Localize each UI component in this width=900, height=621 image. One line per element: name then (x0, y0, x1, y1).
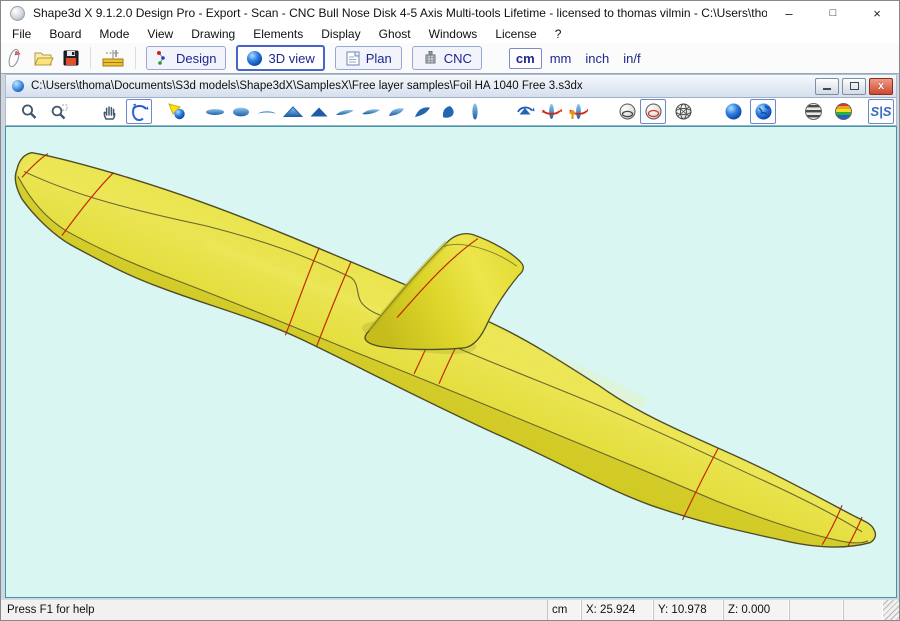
menu-mode[interactable]: Mode (90, 25, 138, 43)
cnc-button[interactable]: CNC (412, 46, 482, 70)
minimize-button[interactable]: – (767, 1, 811, 25)
layers-gray-icon[interactable] (800, 99, 826, 124)
cnc-button-label: CNC (444, 51, 472, 66)
status-empty-cell (843, 600, 883, 620)
3d-view-button-label: 3D view (268, 51, 314, 66)
menu-license[interactable]: License (486, 25, 545, 43)
shape3d-window: Shape3d X 9.1.2.0 Design Pro - Export - … (0, 0, 900, 621)
menu-file[interactable]: File (3, 25, 40, 43)
view-petal-icon[interactable] (436, 99, 462, 124)
unit-mm[interactable]: mm (544, 49, 578, 68)
main-toolbar: Design 3D view Plan CNC cm mm inch in/f (1, 43, 899, 74)
document-path: C:\Users\thoma\Documents\S3d models\Shap… (31, 80, 815, 92)
menu-view[interactable]: View (138, 25, 182, 43)
foil-3d-model (6, 127, 896, 597)
view-bottom-icon[interactable] (228, 99, 254, 124)
rotate-3d-icon[interactable] (126, 99, 152, 124)
document-toolbar: S|S (5, 98, 897, 126)
view-back-outline-icon[interactable] (280, 99, 306, 124)
status-empty-cell (789, 600, 843, 620)
view-back-solid-icon[interactable] (306, 99, 332, 124)
zoom-icon[interactable] (16, 99, 42, 124)
window-title: Shape3d X 9.1.2.0 Design Pro - Export - … (33, 6, 767, 20)
wireframe-sphere-icon[interactable] (670, 99, 696, 124)
rotate-horizontal-icon[interactable] (538, 99, 564, 124)
layers-rainbow-icon[interactable] (830, 99, 856, 124)
status-z-coordinate: Z: 0.000 (723, 600, 789, 620)
pan-icon[interactable] (96, 99, 122, 124)
view-top-icon[interactable] (202, 99, 228, 124)
doc-close-button[interactable]: x (869, 78, 893, 95)
doc-minimize-button[interactable] (815, 78, 839, 95)
shade-ring-icon[interactable] (614, 99, 640, 124)
app-logo-icon (10, 6, 25, 21)
open-folder-icon[interactable] (29, 45, 57, 71)
menu-display[interactable]: Display (312, 25, 369, 43)
plan-button[interactable]: Plan (335, 46, 402, 70)
document-window: C:\Users\thoma\Documents\S3d models\Shap… (1, 73, 900, 602)
status-unit: cm (547, 600, 581, 620)
view-perspective-1-icon[interactable] (332, 99, 358, 124)
menu-board[interactable]: Board (40, 25, 90, 43)
titlebar: Shape3d X 9.1.2.0 Design Pro - Export - … (1, 1, 899, 26)
board-icon[interactable] (1, 45, 29, 71)
statusbar: Press F1 for help cm X: 25.924 Y: 10.978… (1, 599, 899, 620)
rotate-view-icon[interactable] (512, 99, 538, 124)
design-button-label: Design (176, 51, 216, 66)
flow-lines-label: S|S (871, 104, 892, 119)
units-group: cm mm inch in/f (509, 48, 647, 69)
flow-lines-icon[interactable]: S|S (868, 99, 894, 124)
doc-restore-button[interactable] (842, 78, 866, 95)
view-perspective-2-icon[interactable] (358, 99, 384, 124)
render-texture-icon[interactable] (750, 99, 776, 124)
status-help-text: Press F1 for help (1, 600, 547, 620)
render-light-icon[interactable] (164, 99, 190, 124)
document-titlebar[interactable]: C:\Users\thoma\Documents\S3d models\Shap… (5, 74, 897, 98)
render-solid-icon[interactable] (720, 99, 746, 124)
menubar: File Board Mode View Drawing Elements Di… (1, 25, 899, 44)
view-perspective-3-icon[interactable] (384, 99, 410, 124)
unit-cm[interactable]: cm (509, 48, 542, 69)
view-profile-icon[interactable] (462, 99, 488, 124)
status-y-coordinate: Y: 10.978 (653, 600, 723, 620)
menu-drawing[interactable]: Drawing (182, 25, 244, 43)
view-quarter-icon[interactable] (410, 99, 436, 124)
toolbar-separator (135, 47, 136, 69)
rotate-vertical-icon[interactable] (564, 99, 590, 124)
unit-inch[interactable]: inch (579, 49, 615, 68)
menu-elements[interactable]: Elements (244, 25, 312, 43)
resize-grip[interactable] (883, 600, 899, 620)
save-icon[interactable] (57, 45, 85, 71)
plan-button-label: Plan (366, 51, 392, 66)
menu-help[interactable]: ? (546, 25, 571, 43)
menu-windows[interactable]: Windows (420, 25, 487, 43)
machine-icon[interactable] (96, 45, 130, 71)
3d-view-button[interactable]: 3D view (236, 45, 324, 71)
viewport-3d[interactable] (5, 126, 897, 598)
toolbar-separator (90, 47, 91, 69)
status-x-coordinate: X: 25.924 (581, 600, 653, 620)
menu-ghost[interactable]: Ghost (370, 25, 420, 43)
unit-inf[interactable]: in/f (617, 49, 646, 68)
design-button[interactable]: Design (146, 46, 226, 70)
view-front-icon[interactable] (254, 99, 280, 124)
shade-ring-red-icon[interactable] (640, 99, 666, 124)
document-logo-icon (12, 80, 24, 92)
close-button[interactable]: × (855, 1, 899, 25)
zoom-area-icon[interactable] (46, 99, 72, 124)
maximize-button[interactable]: □ (811, 1, 855, 25)
